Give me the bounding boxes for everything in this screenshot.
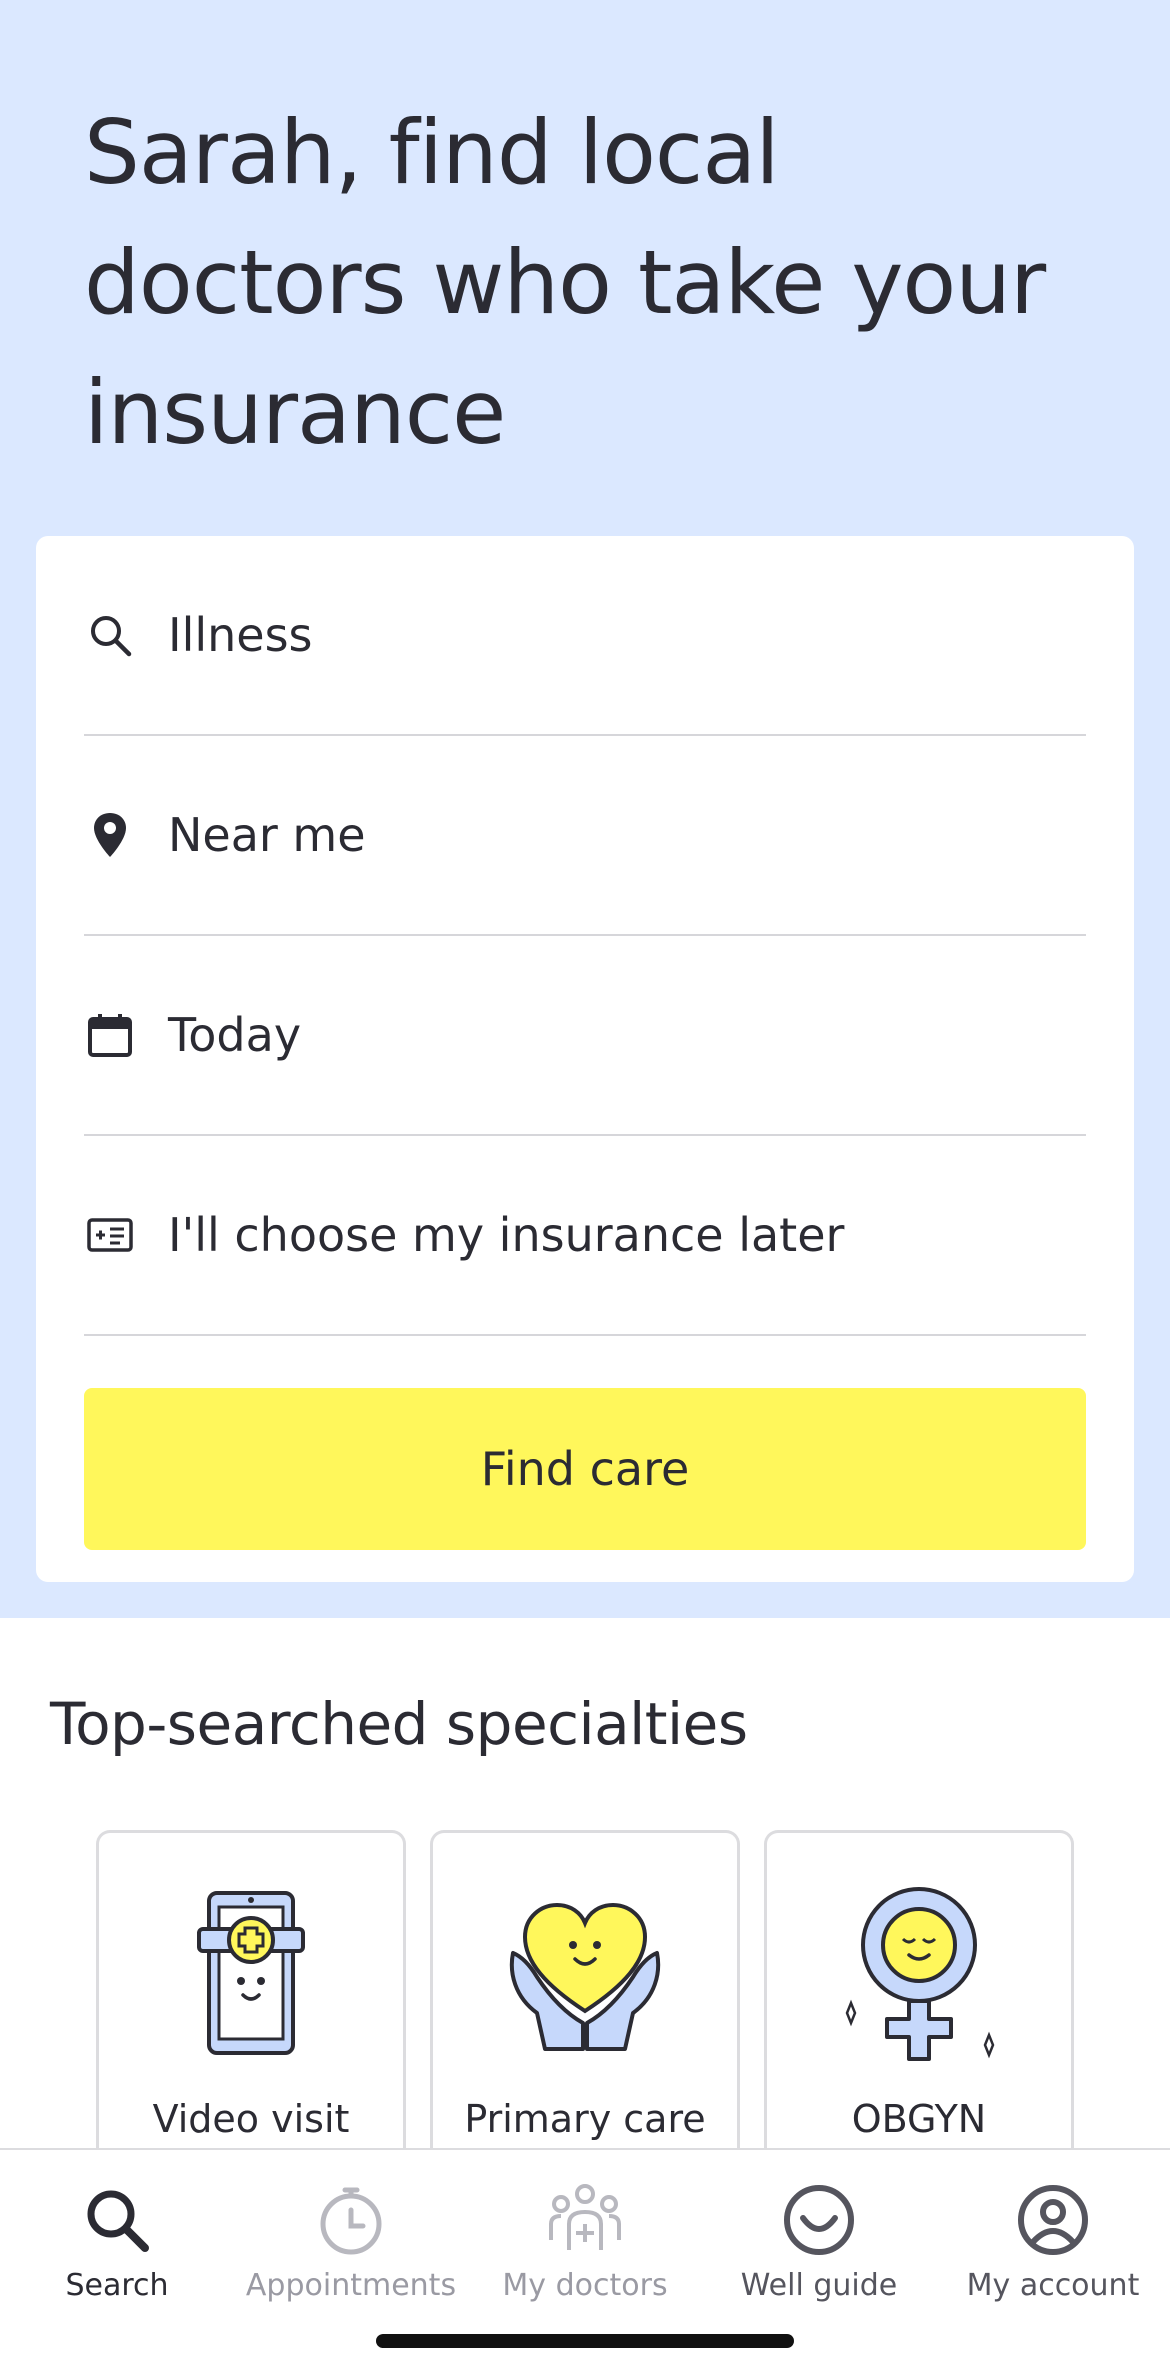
insurance-field-value: I'll choose my insurance later	[168, 1208, 845, 1262]
specialty-card-video-visit[interactable]: Video visit	[96, 1830, 406, 2150]
hero-section: Sarah, find local doctors who take your …	[0, 0, 1170, 1618]
specialty-card-primary-care[interactable]: Primary care	[430, 1830, 740, 2150]
specialties-title: Top-searched specialties	[50, 1690, 748, 1758]
home-indicator[interactable]	[376, 2334, 794, 2348]
smile-icon	[784, 2185, 854, 2255]
location-field[interactable]: Near me	[84, 736, 1086, 936]
nav-label-search: Search	[65, 2268, 169, 2303]
calendar-icon	[84, 1009, 136, 1061]
nav-label-well-guide: Well guide	[740, 2268, 898, 2303]
female-symbol-icon	[819, 1873, 1019, 2073]
video-visit-tablet-icon	[151, 1873, 351, 2073]
location-field-value: Near me	[168, 808, 366, 862]
heart-in-hands-icon	[485, 1873, 685, 2073]
account-icon	[1018, 2185, 1088, 2255]
specialty-label: Video visit	[152, 2097, 350, 2141]
search-card: Illness Near me Today I'll choose my ins…	[36, 536, 1134, 1582]
nav-item-my-doctors[interactable]: My doctors	[468, 2180, 702, 2310]
date-field-value: Today	[168, 1008, 302, 1062]
nav-label-my-account: My account	[966, 2268, 1140, 2303]
nav-label-my-doctors: My doctors	[502, 2268, 668, 2303]
page-title: Sarah, find local doctors who take your …	[84, 101, 1046, 464]
nav-item-appointments[interactable]: Appointments	[234, 2180, 468, 2310]
insurance-field[interactable]: I'll choose my insurance later	[84, 1136, 1086, 1336]
doctors-group-icon	[549, 2184, 621, 2250]
search-icon	[87, 2190, 149, 2252]
nav-item-well-guide[interactable]: Well guide	[702, 2180, 936, 2310]
illness-field-value: Illness	[168, 608, 313, 662]
stopwatch-icon	[320, 2187, 382, 2255]
find-care-button[interactable]: Find care	[84, 1388, 1086, 1550]
specialty-card-obgyn[interactable]: OBGYN	[764, 1830, 1074, 2150]
specialty-label: Primary care	[464, 2097, 706, 2141]
date-field[interactable]: Today	[84, 936, 1086, 1136]
search-icon	[84, 609, 136, 661]
illness-field[interactable]: Illness	[84, 536, 1086, 736]
nav-item-my-account[interactable]: My account	[936, 2180, 1170, 2310]
specialty-label: OBGYN	[851, 2097, 987, 2141]
nav-label-appointments: Appointments	[245, 2268, 457, 2303]
nav-item-search[interactable]: Search	[0, 2180, 234, 2310]
insurance-card-icon	[84, 1209, 136, 1261]
location-pin-icon	[84, 809, 136, 861]
